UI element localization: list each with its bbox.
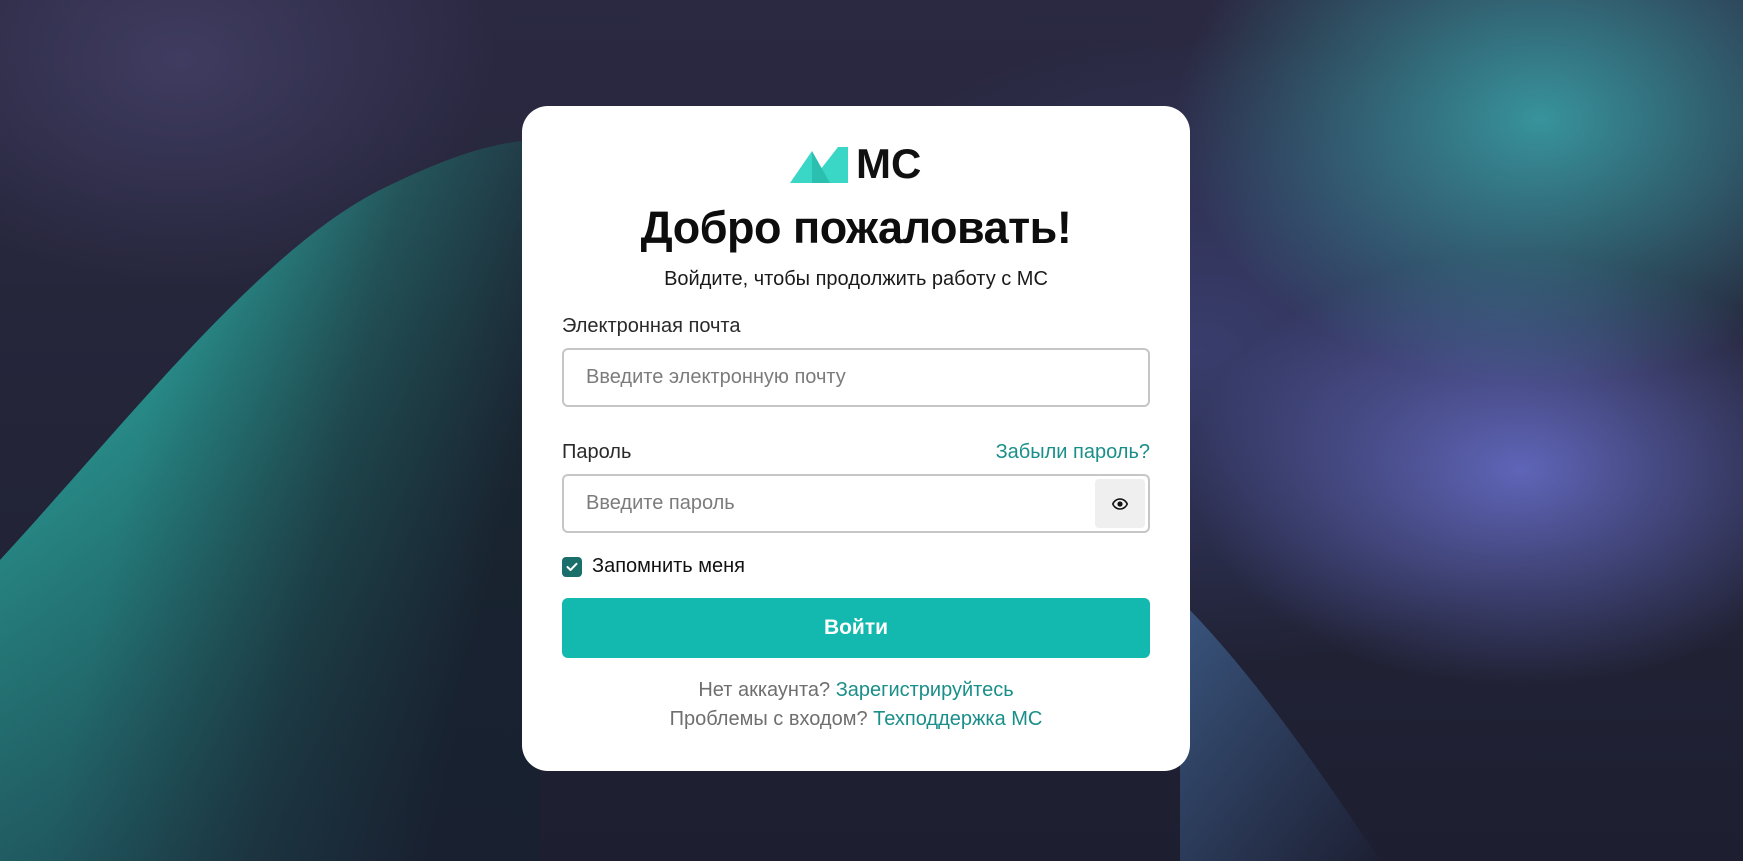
password-field[interactable]: [562, 474, 1150, 533]
eye-icon: [1112, 497, 1128, 510]
no-account-text: Нет аккаунта?: [698, 679, 831, 701]
page-title: Добро пожаловать!: [640, 202, 1072, 253]
checkmark-icon: [566, 562, 578, 571]
forgot-password-link[interactable]: Забыли пароль?: [996, 441, 1150, 464]
logo-text: МС: [856, 140, 922, 187]
register-prompt: Нет аккаунта? Зарегистрируйтесь: [522, 679, 1190, 702]
remember-me-checkbox[interactable]: [562, 556, 582, 577]
support-prompt: Проблемы с входом? Техподдержка МС: [522, 708, 1190, 731]
page-subtitle: Войдите, чтобы продолжить работу с МС: [664, 268, 1048, 290]
show-password-button[interactable]: [1095, 479, 1145, 528]
support-link[interactable]: Техподдержка МС: [873, 708, 1042, 730]
email-label: Электронная почта: [562, 315, 741, 337]
register-link[interactable]: Зарегистрируйтесь: [836, 679, 1014, 701]
email-field[interactable]: [562, 348, 1150, 407]
login-problems-text: Проблемы с входом?: [669, 708, 868, 730]
remember-me[interactable]: Запомнить меня: [562, 555, 745, 578]
login-card: МС Добро пожаловать! Войдите, чтобы прод…: [522, 106, 1190, 771]
mc-logo-mark-icon: [790, 147, 848, 183]
login-button[interactable]: Войти: [562, 598, 1150, 658]
logo: МС: [790, 140, 922, 187]
remember-me-label: Запомнить меня: [592, 555, 746, 577]
password-label: Пароль: [562, 441, 632, 463]
